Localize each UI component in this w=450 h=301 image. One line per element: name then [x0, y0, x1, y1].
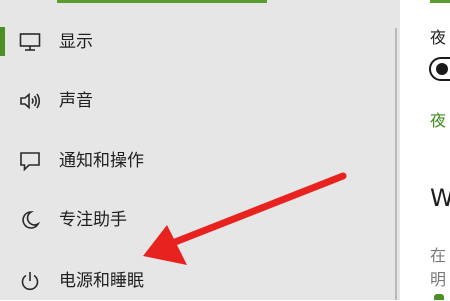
section-description-line2: 明 — [430, 270, 447, 289]
link-indicator — [434, 294, 444, 300]
sidebar-item-label: 显示 — [59, 32, 93, 52]
monitor-icon — [18, 31, 42, 53]
section-description-line1: 在 — [430, 246, 447, 265]
sidebar-item-label: 专注助手 — [59, 210, 127, 230]
notification-icon — [18, 150, 42, 172]
sidebar-item-sound[interactable]: 声音 — [0, 81, 400, 121]
sidebar-item-display[interactable]: 显示 — [0, 22, 400, 62]
speaker-icon — [18, 90, 42, 112]
sidebar-item-power-sleep[interactable]: 电源和睡眠 — [0, 261, 400, 301]
sidebar-top-accent — [57, 0, 267, 3]
settings-content-panel: 夜 夜 W 在 明 — [400, 0, 450, 300]
sidebar-item-notifications[interactable]: 通知和操作 — [0, 141, 400, 181]
power-icon — [18, 270, 42, 292]
content-top-accent — [430, 0, 450, 3]
settings-sidebar: 显示 声音 通知和操作 专注助手 电源和睡眠 — [0, 0, 400, 300]
sidebar-item-label: 通知和操作 — [59, 151, 144, 171]
sidebar-scrollbar[interactable] — [395, 28, 397, 300]
toggle-knob — [436, 63, 448, 75]
night-light-settings-link[interactable]: 夜 — [430, 107, 446, 131]
sidebar-item-focus-assist[interactable]: 专注助手 — [0, 200, 400, 240]
moon-icon — [18, 209, 42, 231]
sidebar-item-label: 声音 — [59, 91, 93, 111]
sidebar-item-label: 电源和睡眠 — [59, 271, 144, 291]
night-light-toggle[interactable] — [429, 57, 450, 81]
section-heading: W — [430, 184, 450, 212]
night-light-label: 夜 — [430, 28, 447, 47]
